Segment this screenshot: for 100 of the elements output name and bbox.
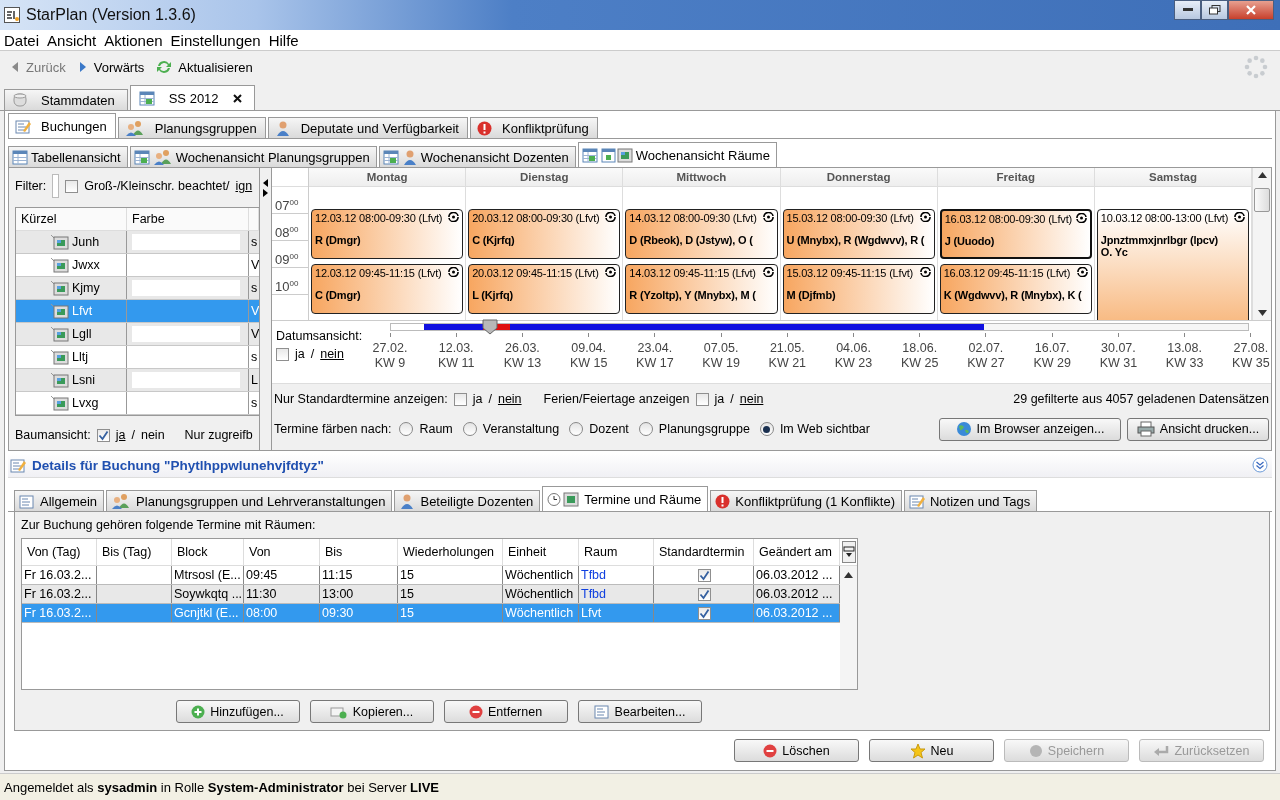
checkbox[interactable] (695, 392, 709, 406)
column-chooser-button[interactable] (842, 541, 856, 563)
view-tab[interactable]: Wochenansicht Räume (577, 142, 777, 167)
action-button[interactable]: Hinzufügen... (175, 700, 300, 723)
vertical-scrollbar[interactable] (840, 566, 857, 689)
radio-button[interactable] (399, 422, 414, 436)
view-tab[interactable]: Tabellenansicht (8, 146, 128, 167)
section-tab[interactable]: Deputate und Verfügbarkeit (267, 117, 468, 138)
action-button[interactable]: Im Browser anzeigen... (939, 417, 1121, 441)
radio-button[interactable] (462, 422, 477, 436)
section-tab[interactable]: Buchungen (8, 113, 116, 138)
slider-thumb[interactable] (481, 319, 498, 335)
details-tab[interactable]: Planungsgruppen und Lehrveranstaltungen (106, 490, 393, 511)
table-row[interactable]: Fr 16.03.2... Mtrsosl (E... 09:45 11:15 15 Wöchentlich Tfbd 06.03.2012 ... (22, 566, 840, 585)
column-header[interactable]: Bis (320, 539, 398, 565)
document-tab[interactable]: SS 2012 (129, 85, 255, 110)
radio-button[interactable] (638, 422, 653, 436)
view-tab[interactable]: Wochenansicht Dozenten (378, 146, 576, 167)
details-tab[interactable]: Termine und Räume (542, 486, 709, 511)
column-header[interactable]: Einheit (503, 539, 579, 565)
table-row[interactable]: Lgll V (16, 323, 259, 346)
filter-field[interactable] (52, 174, 60, 198)
action-button[interactable]: Ansicht drucken... (1127, 417, 1269, 441)
action-button[interactable]: Bearbeiten... (577, 700, 702, 723)
action-button[interactable]: Neu (869, 739, 994, 762)
table-row[interactable]: Lltj s (16, 346, 259, 369)
booking-event[interactable]: 16.03.12 08:00-09:30 (Lfvt) J (Uuodo) (939, 209, 1092, 259)
checkbox[interactable] (698, 587, 711, 601)
splitter-handle[interactable] (260, 168, 272, 450)
menu-item[interactable]: Aktionen (100, 31, 167, 49)
section-tab[interactable]: Konfliktprüfung (470, 117, 598, 138)
checkbox[interactable] (96, 428, 110, 442)
maximize-button[interactable] (1201, 0, 1228, 20)
table-row[interactable]: Junh s (16, 231, 259, 254)
action-button[interactable]: Löschen (734, 739, 859, 762)
action-button[interactable]: Kopieren... (309, 700, 434, 723)
option-link[interactable]: nein (739, 392, 764, 406)
menu-item[interactable]: Datei (0, 31, 44, 49)
booking-event[interactable]: 20.03.12 08:00-09:30 (Lfvt) C (Kjrfq) (468, 209, 621, 259)
checkbox[interactable] (698, 606, 711, 620)
toggle-link[interactable]: ign (235, 179, 253, 193)
option-link[interactable]: ja (714, 392, 725, 406)
column-header[interactable]: Block (172, 539, 244, 565)
column-header[interactable]: Bis (Tag) (97, 539, 172, 565)
checkbox[interactable] (65, 179, 79, 193)
collapse-icon[interactable] (1252, 457, 1268, 473)
menu-item[interactable]: Ansicht (43, 31, 101, 49)
radio-button[interactable] (569, 422, 584, 436)
room-link[interactable]: Tfbd (581, 568, 606, 582)
view-tab[interactable]: Wochenansicht Planungsgruppen (129, 146, 377, 167)
option-link[interactable]: nein (497, 392, 522, 406)
details-tab[interactable]: Allgemein (14, 490, 105, 511)
booking-event[interactable]: 15.03.12 08:00-09:30 (Lfvt) U (Mnybx), R (Wgdwvv), R ( (782, 209, 935, 259)
column-header[interactable]: Von (244, 539, 320, 565)
close-button[interactable] (1228, 0, 1274, 20)
checkbox[interactable] (698, 568, 711, 582)
toolbar-button[interactable]: Aktualisieren (152, 59, 257, 75)
scroll-up-icon[interactable] (844, 572, 853, 578)
details-tab[interactable]: Notizen und Tags (904, 490, 1038, 511)
menu-item[interactable]: Einstellungen (166, 31, 265, 49)
booking-event[interactable]: 10.03.12 08:00-13:00 (Lfvt) Jpnztmmxjnrlbgr (lpcv) O. Yc (1096, 209, 1250, 320)
option-link[interactable]: nein (140, 428, 165, 443)
vertical-scrollbar[interactable] (1252, 168, 1271, 320)
option-link[interactable]: ja (115, 428, 126, 443)
table-row[interactable]: Fr 16.03.2... Soywkqtq ... 11:30 13:00 15 Wöchentlich Tfbd 06.03.2012 ... (22, 585, 840, 604)
table-row[interactable]: Lvxg s (16, 392, 259, 415)
option-link[interactable]: nein (320, 347, 344, 361)
column-header[interactable]: Geändert am (754, 539, 840, 565)
close-icon[interactable] (232, 93, 242, 103)
booking-event[interactable]: 15.03.12 09:45-11:15 (Lfvt) M (Djfmb) (782, 264, 935, 314)
checkbox[interactable] (453, 392, 467, 406)
booking-event[interactable]: 12.03.12 08:00-09:30 (Lfvt) R (Dmgr) (311, 209, 464, 259)
booking-event[interactable]: 14.03.12 09:45-11:15 (Lfvt) R (Yzoltp), Y (Mnybx), M ( (625, 264, 778, 314)
minimize-button[interactable] (1174, 0, 1201, 20)
section-tab[interactable]: Planungsgruppen (117, 117, 266, 138)
column-header[interactable]: Raum (579, 539, 654, 565)
menu-item[interactable]: Hilfe (264, 31, 303, 49)
option-link[interactable]: ja (295, 347, 305, 361)
table-row[interactable]: Jwxx V (16, 254, 259, 277)
column-header[interactable]: Standardtermin (654, 539, 754, 565)
table-row[interactable]: Lsni L (16, 369, 259, 392)
scroll-down-icon[interactable] (1257, 310, 1267, 316)
column-header[interactable]: Von (Tag) (22, 539, 97, 565)
booking-event[interactable]: 16.03.12 09:45-11:15 (Lfvt) K (Wgdwvv), R (Mnybx), K ( (939, 264, 1092, 314)
details-tab[interactable]: Konfliktprüfung (1 Konflikte) (710, 490, 902, 511)
radio-button[interactable] (759, 422, 774, 436)
document-tab[interactable]: Stammdaten (4, 89, 128, 110)
scroll-thumb[interactable] (1254, 188, 1270, 212)
toolbar-button[interactable]: Vorwärts (73, 59, 149, 75)
booking-event[interactable]: 20.03.12 09:45-11:15 (Lfvt) L (Kjrfq) (468, 264, 621, 314)
checkbox[interactable] (276, 347, 289, 361)
scroll-up-icon[interactable] (1257, 172, 1267, 178)
booking-event[interactable]: 14.03.12 08:00-09:30 (Lfvt) D (Rbeok), D (Jstyw), O ( (625, 209, 778, 259)
action-button[interactable]: Entfernen (443, 700, 568, 723)
column-header[interactable]: Wiederholungen (398, 539, 503, 565)
column-header[interactable]: Kürzel (16, 208, 127, 230)
option-link[interactable]: ja (472, 392, 483, 406)
booking-event[interactable]: 12.03.12 09:45-11:15 (Lfvt) C (Dmgr) (311, 264, 464, 314)
table-row[interactable]: Kjmy s (16, 277, 259, 300)
details-tab[interactable]: Beteiligte Dozenten (394, 490, 541, 511)
